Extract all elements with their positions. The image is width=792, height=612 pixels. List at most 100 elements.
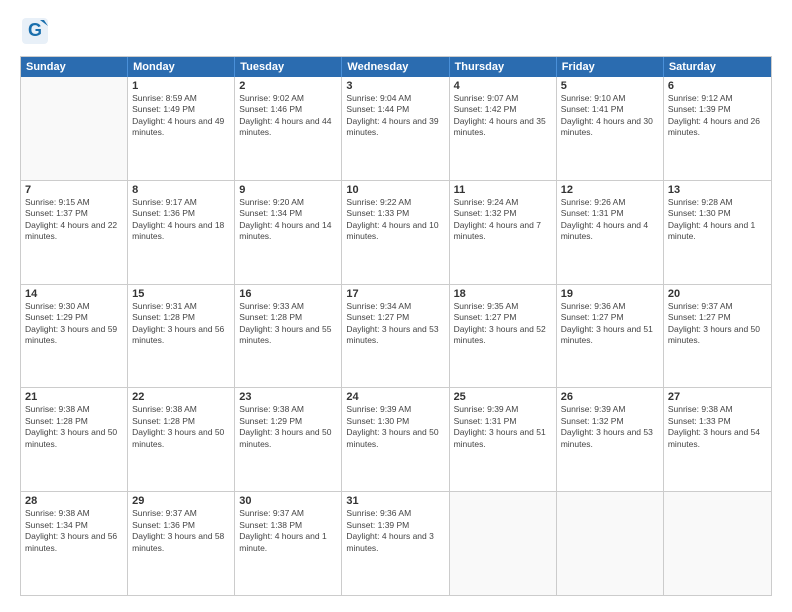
day-info: Sunrise: 9:02 AM Sunset: 1:46 PM Dayligh… [239, 93, 337, 139]
day-cell-3: 3Sunrise: 9:04 AM Sunset: 1:44 PM Daylig… [342, 77, 449, 180]
day-info: Sunrise: 9:28 AM Sunset: 1:30 PM Dayligh… [668, 197, 767, 243]
day-number: 29 [132, 495, 230, 507]
day-cell-1: 1Sunrise: 8:59 AM Sunset: 1:49 PM Daylig… [128, 77, 235, 180]
day-info: Sunrise: 9:10 AM Sunset: 1:41 PM Dayligh… [561, 93, 659, 139]
day-info: Sunrise: 9:30 AM Sunset: 1:29 PM Dayligh… [25, 301, 123, 347]
day-cell-18: 18Sunrise: 9:35 AM Sunset: 1:27 PM Dayli… [450, 285, 557, 388]
day-number: 13 [668, 184, 767, 196]
day-cell-4: 4Sunrise: 9:07 AM Sunset: 1:42 PM Daylig… [450, 77, 557, 180]
day-number: 6 [668, 80, 767, 92]
day-info: Sunrise: 9:37 AM Sunset: 1:27 PM Dayligh… [668, 301, 767, 347]
day-number: 12 [561, 184, 659, 196]
calendar: SundayMondayTuesdayWednesdayThursdayFrid… [20, 56, 772, 596]
header-day-saturday: Saturday [664, 57, 771, 77]
day-number: 21 [25, 391, 123, 403]
day-cell-8: 8Sunrise: 9:17 AM Sunset: 1:36 PM Daylig… [128, 181, 235, 284]
day-cell-23: 23Sunrise: 9:38 AM Sunset: 1:29 PM Dayli… [235, 388, 342, 491]
header-day-monday: Monday [128, 57, 235, 77]
empty-cell [664, 492, 771, 595]
day-info: Sunrise: 9:36 AM Sunset: 1:39 PM Dayligh… [346, 508, 444, 554]
day-number: 24 [346, 391, 444, 403]
day-cell-31: 31Sunrise: 9:36 AM Sunset: 1:39 PM Dayli… [342, 492, 449, 595]
day-number: 4 [454, 80, 552, 92]
day-number: 14 [25, 288, 123, 300]
day-info: Sunrise: 9:33 AM Sunset: 1:28 PM Dayligh… [239, 301, 337, 347]
empty-cell [557, 492, 664, 595]
day-info: Sunrise: 9:38 AM Sunset: 1:28 PM Dayligh… [25, 404, 123, 450]
day-cell-13: 13Sunrise: 9:28 AM Sunset: 1:30 PM Dayli… [664, 181, 771, 284]
header: G [20, 16, 772, 46]
svg-text:G: G [28, 20, 42, 40]
header-day-wednesday: Wednesday [342, 57, 449, 77]
page: G SundayMondayTuesdayWednesdayThursdayFr… [0, 0, 792, 612]
calendar-week-5: 28Sunrise: 9:38 AM Sunset: 1:34 PM Dayli… [21, 492, 771, 595]
day-number: 1 [132, 80, 230, 92]
day-number: 5 [561, 80, 659, 92]
day-cell-28: 28Sunrise: 9:38 AM Sunset: 1:34 PM Dayli… [21, 492, 128, 595]
day-number: 23 [239, 391, 337, 403]
header-day-tuesday: Tuesday [235, 57, 342, 77]
day-info: Sunrise: 9:24 AM Sunset: 1:32 PM Dayligh… [454, 197, 552, 243]
day-cell-29: 29Sunrise: 9:37 AM Sunset: 1:36 PM Dayli… [128, 492, 235, 595]
day-info: Sunrise: 9:38 AM Sunset: 1:28 PM Dayligh… [132, 404, 230, 450]
day-info: Sunrise: 9:38 AM Sunset: 1:33 PM Dayligh… [668, 404, 767, 450]
day-info: Sunrise: 9:39 AM Sunset: 1:32 PM Dayligh… [561, 404, 659, 450]
day-info: Sunrise: 9:37 AM Sunset: 1:38 PM Dayligh… [239, 508, 337, 554]
day-cell-30: 30Sunrise: 9:37 AM Sunset: 1:38 PM Dayli… [235, 492, 342, 595]
day-cell-14: 14Sunrise: 9:30 AM Sunset: 1:29 PM Dayli… [21, 285, 128, 388]
day-cell-22: 22Sunrise: 9:38 AM Sunset: 1:28 PM Dayli… [128, 388, 235, 491]
day-number: 28 [25, 495, 123, 507]
day-number: 22 [132, 391, 230, 403]
day-info: Sunrise: 9:31 AM Sunset: 1:28 PM Dayligh… [132, 301, 230, 347]
day-cell-24: 24Sunrise: 9:39 AM Sunset: 1:30 PM Dayli… [342, 388, 449, 491]
day-number: 31 [346, 495, 444, 507]
day-cell-9: 9Sunrise: 9:20 AM Sunset: 1:34 PM Daylig… [235, 181, 342, 284]
calendar-body: 1Sunrise: 8:59 AM Sunset: 1:49 PM Daylig… [21, 77, 771, 595]
logo: G [20, 16, 52, 46]
day-info: Sunrise: 9:20 AM Sunset: 1:34 PM Dayligh… [239, 197, 337, 243]
empty-cell [21, 77, 128, 180]
calendar-header: SundayMondayTuesdayWednesdayThursdayFrid… [21, 57, 771, 77]
day-cell-7: 7Sunrise: 9:15 AM Sunset: 1:37 PM Daylig… [21, 181, 128, 284]
day-info: Sunrise: 9:07 AM Sunset: 1:42 PM Dayligh… [454, 93, 552, 139]
day-cell-5: 5Sunrise: 9:10 AM Sunset: 1:41 PM Daylig… [557, 77, 664, 180]
day-number: 11 [454, 184, 552, 196]
day-cell-27: 27Sunrise: 9:38 AM Sunset: 1:33 PM Dayli… [664, 388, 771, 491]
day-info: Sunrise: 9:04 AM Sunset: 1:44 PM Dayligh… [346, 93, 444, 139]
day-info: Sunrise: 9:35 AM Sunset: 1:27 PM Dayligh… [454, 301, 552, 347]
day-number: 18 [454, 288, 552, 300]
day-number: 9 [239, 184, 337, 196]
day-info: Sunrise: 9:26 AM Sunset: 1:31 PM Dayligh… [561, 197, 659, 243]
day-number: 15 [132, 288, 230, 300]
day-info: Sunrise: 9:39 AM Sunset: 1:30 PM Dayligh… [346, 404, 444, 450]
day-info: Sunrise: 9:17 AM Sunset: 1:36 PM Dayligh… [132, 197, 230, 243]
empty-cell [450, 492, 557, 595]
day-cell-19: 19Sunrise: 9:36 AM Sunset: 1:27 PM Dayli… [557, 285, 664, 388]
day-cell-26: 26Sunrise: 9:39 AM Sunset: 1:32 PM Dayli… [557, 388, 664, 491]
day-number: 2 [239, 80, 337, 92]
day-number: 7 [25, 184, 123, 196]
day-info: Sunrise: 9:38 AM Sunset: 1:29 PM Dayligh… [239, 404, 337, 450]
header-day-thursday: Thursday [450, 57, 557, 77]
day-info: Sunrise: 9:38 AM Sunset: 1:34 PM Dayligh… [25, 508, 123, 554]
day-info: Sunrise: 9:12 AM Sunset: 1:39 PM Dayligh… [668, 93, 767, 139]
day-number: 19 [561, 288, 659, 300]
header-day-friday: Friday [557, 57, 664, 77]
logo-icon: G [20, 16, 50, 46]
day-number: 25 [454, 391, 552, 403]
day-number: 20 [668, 288, 767, 300]
day-cell-10: 10Sunrise: 9:22 AM Sunset: 1:33 PM Dayli… [342, 181, 449, 284]
day-info: Sunrise: 9:36 AM Sunset: 1:27 PM Dayligh… [561, 301, 659, 347]
calendar-week-1: 1Sunrise: 8:59 AM Sunset: 1:49 PM Daylig… [21, 77, 771, 181]
day-cell-15: 15Sunrise: 9:31 AM Sunset: 1:28 PM Dayli… [128, 285, 235, 388]
day-number: 17 [346, 288, 444, 300]
day-number: 26 [561, 391, 659, 403]
day-cell-17: 17Sunrise: 9:34 AM Sunset: 1:27 PM Dayli… [342, 285, 449, 388]
day-number: 8 [132, 184, 230, 196]
day-cell-6: 6Sunrise: 9:12 AM Sunset: 1:39 PM Daylig… [664, 77, 771, 180]
day-info: Sunrise: 9:39 AM Sunset: 1:31 PM Dayligh… [454, 404, 552, 450]
day-cell-16: 16Sunrise: 9:33 AM Sunset: 1:28 PM Dayli… [235, 285, 342, 388]
calendar-week-2: 7Sunrise: 9:15 AM Sunset: 1:37 PM Daylig… [21, 181, 771, 285]
day-cell-12: 12Sunrise: 9:26 AM Sunset: 1:31 PM Dayli… [557, 181, 664, 284]
day-info: Sunrise: 9:34 AM Sunset: 1:27 PM Dayligh… [346, 301, 444, 347]
